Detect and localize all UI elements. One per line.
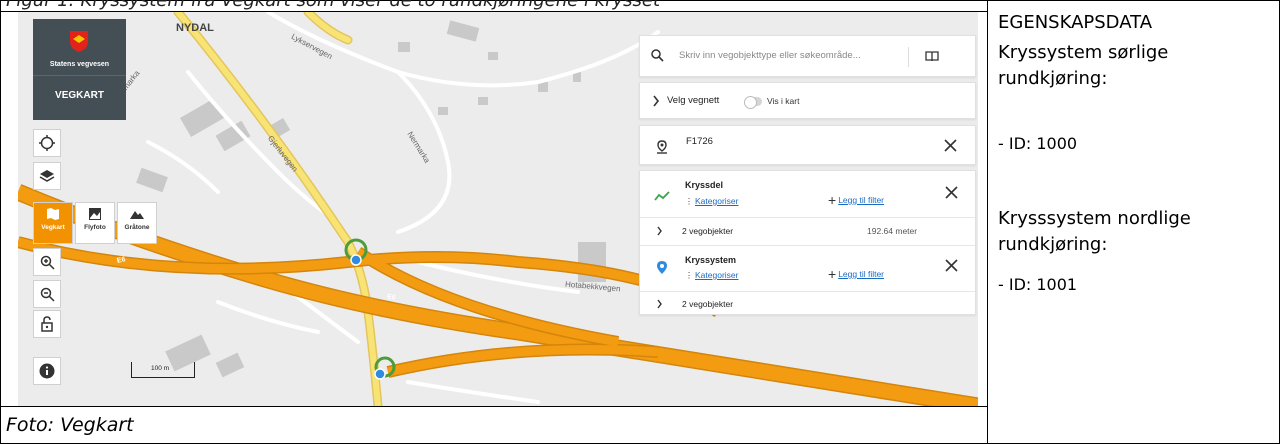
cropped-figure-title: Figur 1: Kryssystem fra Vegkart som vise… bbox=[0, 0, 987, 12]
photo-icon bbox=[89, 208, 101, 220]
book-icon[interactable] bbox=[925, 51, 939, 62]
map-pin-icon bbox=[657, 261, 667, 274]
layers-button[interactable] bbox=[33, 162, 61, 190]
app-name: VEGKART bbox=[55, 90, 104, 101]
categorize-link[interactable]: ⋮ Kategoriser bbox=[685, 196, 738, 206]
map-label-nydal: NYDAL bbox=[176, 22, 214, 34]
zoom-out-button[interactable] bbox=[33, 280, 61, 308]
line-chart-icon bbox=[654, 191, 670, 201]
add-filter-link[interactable]: + Legg til filter bbox=[828, 266, 884, 282]
result-kryssystem-count-row[interactable]: 2 vegobjekter bbox=[640, 292, 975, 316]
figure-caption: Foto: Vegkart bbox=[6, 414, 134, 436]
layer-gratone-button[interactable]: Gråtone bbox=[117, 202, 157, 244]
zoom-in-button[interactable] bbox=[33, 248, 61, 276]
close-icon[interactable] bbox=[944, 139, 957, 152]
south-roundabout-title: Kryssystem sørlige rundkjøring: bbox=[998, 42, 1169, 89]
search-input[interactable]: Skriv inn vegobjekttype eller søkeområde… bbox=[679, 50, 861, 61]
plus-icon: + bbox=[828, 192, 837, 208]
scale-label: 100 m bbox=[151, 365, 170, 372]
layer-flyfoto-label: Flyfoto bbox=[84, 224, 106, 231]
caption-divider bbox=[0, 406, 988, 407]
result-name: Kryssdel bbox=[685, 180, 724, 190]
map-view[interactable]: NYDAL Lykservegen Övermarka Nermarka Gje… bbox=[18, 12, 978, 406]
locate-button[interactable] bbox=[33, 129, 61, 157]
object-count: 2 vegobjekter bbox=[682, 226, 734, 236]
mountain-icon bbox=[130, 211, 144, 219]
vegnett-title[interactable]: Velg vegnett bbox=[667, 95, 719, 106]
location-value: F1726 bbox=[686, 136, 713, 147]
lock-button[interactable] bbox=[33, 310, 61, 338]
agency-name: Statens vegvesen bbox=[49, 61, 110, 68]
column-divider bbox=[987, 0, 988, 444]
search-icon bbox=[651, 49, 664, 62]
info-icon bbox=[39, 363, 55, 379]
object-count: 2 vegobjekter bbox=[682, 299, 734, 309]
north-roundabout-title: Krysssystem nordlige rundkjøring: bbox=[998, 208, 1191, 255]
north-roundabout-id: - ID: 1001 bbox=[998, 275, 1078, 294]
vis-i-kart-toggle[interactable] bbox=[744, 96, 762, 109]
vegnett-panel[interactable]: Velg vegnett Vis i kart bbox=[639, 82, 976, 119]
map-icon bbox=[47, 208, 59, 220]
layer-flyfoto-button[interactable]: Flyfoto bbox=[75, 202, 115, 244]
layer-gratone-label: Gråtone bbox=[124, 224, 150, 231]
scale-bar: 100 m bbox=[131, 362, 195, 378]
tree-icon: ⋮ bbox=[685, 197, 693, 206]
tree-icon: ⋮ bbox=[685, 271, 693, 280]
search-separator bbox=[908, 47, 909, 67]
layer-vegkart-label: Vegkart bbox=[41, 224, 65, 231]
zoom-out-icon bbox=[40, 287, 55, 302]
result-kryssystem[interactable]: Kryssystem ⋮ Kategoriser + Legg til filter bbox=[640, 246, 975, 290]
result-name: Kryssystem bbox=[685, 255, 737, 265]
property-heading: EGENSKAPSDATA bbox=[998, 12, 1153, 33]
logo-divider bbox=[33, 75, 126, 76]
results-panel: Kryssdel ⋮ Kategoriser + Legg til filter 2… bbox=[639, 170, 976, 315]
unlock-icon bbox=[41, 316, 53, 332]
zoom-in-icon bbox=[40, 255, 55, 270]
layers-icon bbox=[39, 170, 55, 182]
layer-vegkart-button[interactable]: Vegkart bbox=[33, 202, 73, 244]
south-roundabout-id: - ID: 1000 bbox=[998, 134, 1078, 153]
vegvesen-logo-card[interactable]: Statens vegvesen VEGKART bbox=[33, 19, 126, 120]
location-filter-panel[interactable]: F1726 bbox=[639, 125, 976, 165]
add-filter-link[interactable]: + Legg til filter bbox=[828, 192, 884, 208]
info-button[interactable] bbox=[33, 357, 61, 385]
vis-i-kart-label: Vis i kart bbox=[767, 96, 800, 106]
search-panel[interactable]: Skriv inn vegobjekttype eller søkeområde… bbox=[639, 35, 976, 77]
chevron-right-icon bbox=[657, 226, 662, 236]
place-pin-icon bbox=[657, 140, 667, 154]
result-kryssdel-count-row[interactable]: 2 vegobjekter 192.64 meter bbox=[640, 218, 975, 244]
map-label-e6-east: E6 bbox=[386, 293, 397, 302]
close-icon[interactable] bbox=[945, 186, 958, 199]
chevron-right-icon bbox=[653, 95, 660, 107]
result-kryssdel[interactable]: Kryssdel ⋮ Kategoriser + Legg til filter bbox=[640, 171, 975, 215]
chevron-right-icon bbox=[657, 299, 662, 309]
crest-icon bbox=[70, 31, 88, 52]
crosshair-icon bbox=[39, 135, 55, 151]
close-icon[interactable] bbox=[945, 259, 958, 272]
categorize-link[interactable]: ⋮ Kategoriser bbox=[685, 270, 738, 280]
length-value: 192.64 meter bbox=[867, 226, 918, 236]
plus-icon: + bbox=[828, 266, 837, 282]
